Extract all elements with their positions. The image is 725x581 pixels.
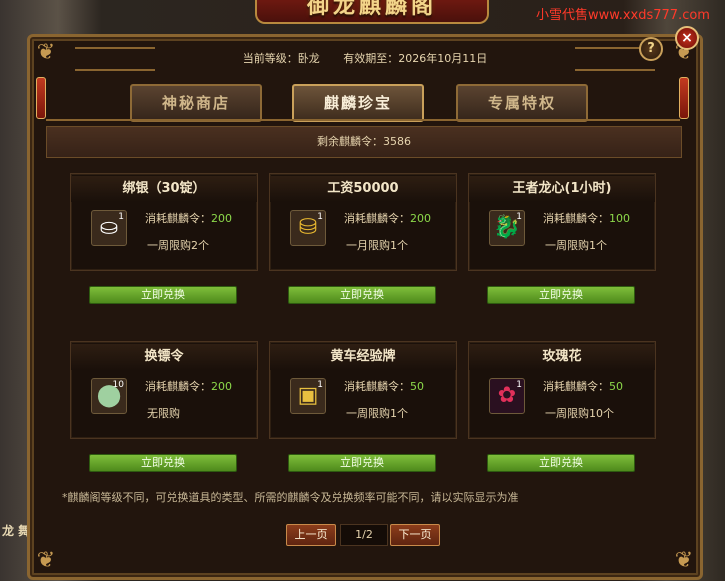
cost-value: 50 (609, 380, 623, 393)
page-indicator: 1/2 (340, 524, 388, 546)
lantern-right-icon (679, 77, 689, 119)
shop-item-card: ❧ ❧ 工资50000 ⛁1 消耗麒麟令：200 一月限购1个 (269, 173, 457, 271)
side-label: 龙 舞 (2, 524, 31, 538)
cost-value: 200 (211, 212, 232, 225)
silver-ingot-icon[interactable]: ⛀ 1 (91, 210, 127, 246)
dragon-heart-icon[interactable]: 🐉 1 (489, 210, 525, 246)
item-count: 1 (317, 380, 323, 390)
tab-divider (46, 119, 680, 121)
redeem-button[interactable]: 立即兑换 (487, 454, 635, 472)
shop-panel: ❦ ❦ ❦ ❦ 当前等级：卧龙 有效期至：2026年10月11日 ? × 神秘商… (27, 26, 703, 580)
shop-item-card: ❧ ❧ 绑银（30锭） ⛀1 消耗麒麟令：200 一周限购2个 (70, 173, 258, 271)
item-limit: 一周限购2个 (147, 239, 209, 252)
cost-value: 200 (211, 380, 232, 393)
cart-exp-icon[interactable]: ▣ 1 (290, 378, 326, 414)
shop-item-card: ❧ ❧ 换镖令 ⬤10 消耗麒麟令：200 无限购 (70, 341, 258, 439)
cost-value: 50 (410, 380, 424, 393)
tab-bar: 神秘商店 麒麟珍宝 专属特权 (130, 84, 600, 122)
next-page-button[interactable]: 下一页 (390, 524, 440, 546)
rose-icon[interactable]: ✿ 1 (489, 378, 525, 414)
redeem-button[interactable]: 立即兑换 (89, 454, 237, 472)
lantern-left-icon (36, 77, 46, 119)
corner-ornament-icon: ❦ (36, 40, 56, 65)
item-count: 1 (118, 212, 124, 222)
cost-label: 消耗麒麟令： (145, 380, 211, 393)
redeem-button[interactable]: 立即兑换 (288, 454, 436, 472)
item-limit: 无限购 (147, 407, 180, 420)
item-count: 10 (112, 380, 124, 390)
item-title: 玫瑰花 (469, 344, 655, 370)
item-cost: 消耗麒麟令：50 (344, 378, 424, 394)
item-cost: 消耗麒麟令：200 (344, 210, 431, 226)
item-title: 绑银（30锭） (71, 176, 257, 202)
redeem-button[interactable]: 立即兑换 (288, 286, 436, 304)
item-limit: 一周限购10个 (545, 407, 614, 420)
escort-token-icon[interactable]: ⬤ 10 (91, 378, 127, 414)
item-count: 1 (317, 212, 323, 222)
pagination: 上一页 1/2 下一页 (286, 524, 446, 546)
item-limit: 一周限购1个 (346, 407, 408, 420)
item-cost: 消耗麒麟令：100 (543, 210, 630, 226)
close-button[interactable]: × (675, 26, 699, 50)
item-title: 工资50000 (270, 176, 456, 202)
tab-qilin-treasures[interactable]: 麒麟珍宝 (292, 84, 424, 122)
shop-item-card: ❧ ❧ 玫瑰花 ✿1 消耗麒麟令：50 一周限购10个 (468, 341, 656, 439)
watermark-text: 小雪代售www.xxds777.com (536, 8, 710, 23)
redeem-button[interactable]: 立即兑换 (89, 286, 237, 304)
item-limit: 一周限购1个 (545, 239, 607, 252)
tab-exclusive-privileges[interactable]: 专属特权 (456, 84, 588, 122)
cost-label: 消耗麒麟令： (543, 380, 609, 393)
window-title: 御龙麒麟阁 (255, 0, 489, 24)
cost-value: 200 (410, 212, 431, 225)
current-level: 当前等级：卧龙 (242, 52, 320, 65)
help-button[interactable]: ? (639, 37, 663, 61)
remaining-tokens: 剩余麒麟令：3586 (46, 126, 682, 158)
cost-label: 消耗麒麟令： (543, 212, 609, 225)
prev-page-button[interactable]: 上一页 (286, 524, 336, 546)
item-limit: 一月限购1个 (346, 239, 408, 252)
item-count: 1 (516, 212, 522, 222)
item-cost: 消耗麒麟令：50 (543, 378, 623, 394)
shop-item-card: ❧ ❧ 黄车经验牌 ▣1 消耗麒麟令：50 一周限购1个 (269, 341, 457, 439)
shop-item-card: ❧ ❧ 王者龙心(1小时) 🐉1 消耗麒麟令：100 一周限购1个 (468, 173, 656, 271)
gold-coins-icon[interactable]: ⛁ 1 (290, 210, 326, 246)
cost-value: 100 (609, 212, 630, 225)
item-cost: 消耗麒麟令：200 (145, 210, 232, 226)
corner-ornament-icon: ❦ (36, 548, 56, 573)
corner-ornament-icon: ❦ (674, 548, 694, 573)
item-title: 王者龙心(1小时) (469, 176, 655, 202)
item-cost: 消耗麒麟令：200 (145, 378, 232, 394)
cost-label: 消耗麒麟令： (145, 212, 211, 225)
item-title: 换镖令 (71, 344, 257, 370)
tab-mystery-shop[interactable]: 神秘商店 (130, 84, 262, 122)
item-count: 1 (516, 380, 522, 390)
cost-label: 消耗麒麟令： (344, 212, 410, 225)
redeem-button[interactable]: 立即兑换 (487, 286, 635, 304)
header-info: 当前等级：卧龙 有效期至：2026年10月11日 (90, 48, 640, 70)
cost-label: 消耗麒麟令： (344, 380, 410, 393)
item-title: 黄车经验牌 (270, 344, 456, 370)
valid-until: 有效期至：2026年10月11日 (343, 52, 488, 65)
footnote: *麒麟阁等级不同，可兑换道具的类型、所需的麒麟令及兑换频率可能不同，请以实际显示… (62, 491, 519, 504)
